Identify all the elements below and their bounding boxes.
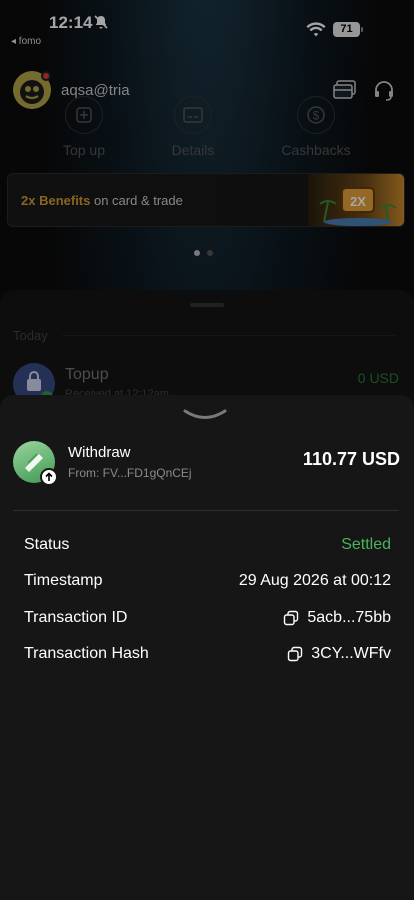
detail-amount: 110.77 USD: [302, 449, 400, 469]
status-row: Status Settled: [24, 536, 391, 558]
transaction-hash-label: Transaction Hash: [24, 645, 149, 662]
timestamp-value: 29 Aug 2026 at 00:12: [238, 572, 391, 589]
status-label: Status: [24, 536, 70, 553]
detail-title: Withdraw: [68, 444, 131, 461]
transaction-id-row: Transaction ID 5acb...75bb: [24, 609, 391, 631]
arrow-up-icon: [40, 468, 58, 486]
copy-icon[interactable]: [287, 646, 303, 662]
transaction-hash-row: Transaction Hash 3CY...WFfv: [24, 645, 391, 667]
status-value: Settled: [341, 536, 391, 553]
transaction-id-copy[interactable]: 5acb...75bb: [283, 609, 391, 627]
transaction-hash-value: 3CY...WFfv: [311, 645, 391, 662]
transaction-id-value: 5acb...75bb: [307, 609, 391, 626]
transaction-hash-copy[interactable]: 3CY...WFfv: [287, 645, 391, 663]
transaction-id-label: Transaction ID: [24, 609, 128, 626]
timestamp-label: Timestamp: [24, 572, 103, 589]
chevron-down-icon[interactable]: [182, 408, 228, 422]
divider: [13, 510, 399, 511]
copy-icon[interactable]: [283, 610, 299, 626]
timestamp-row: Timestamp 29 Aug 2026 at 00:12: [24, 572, 391, 594]
transaction-detail-sheet: Withdraw From: FV...FD1gQnCEj 110.77 USD…: [0, 395, 414, 900]
detail-from-address: From: FV...FD1gQnCEj: [68, 466, 192, 480]
